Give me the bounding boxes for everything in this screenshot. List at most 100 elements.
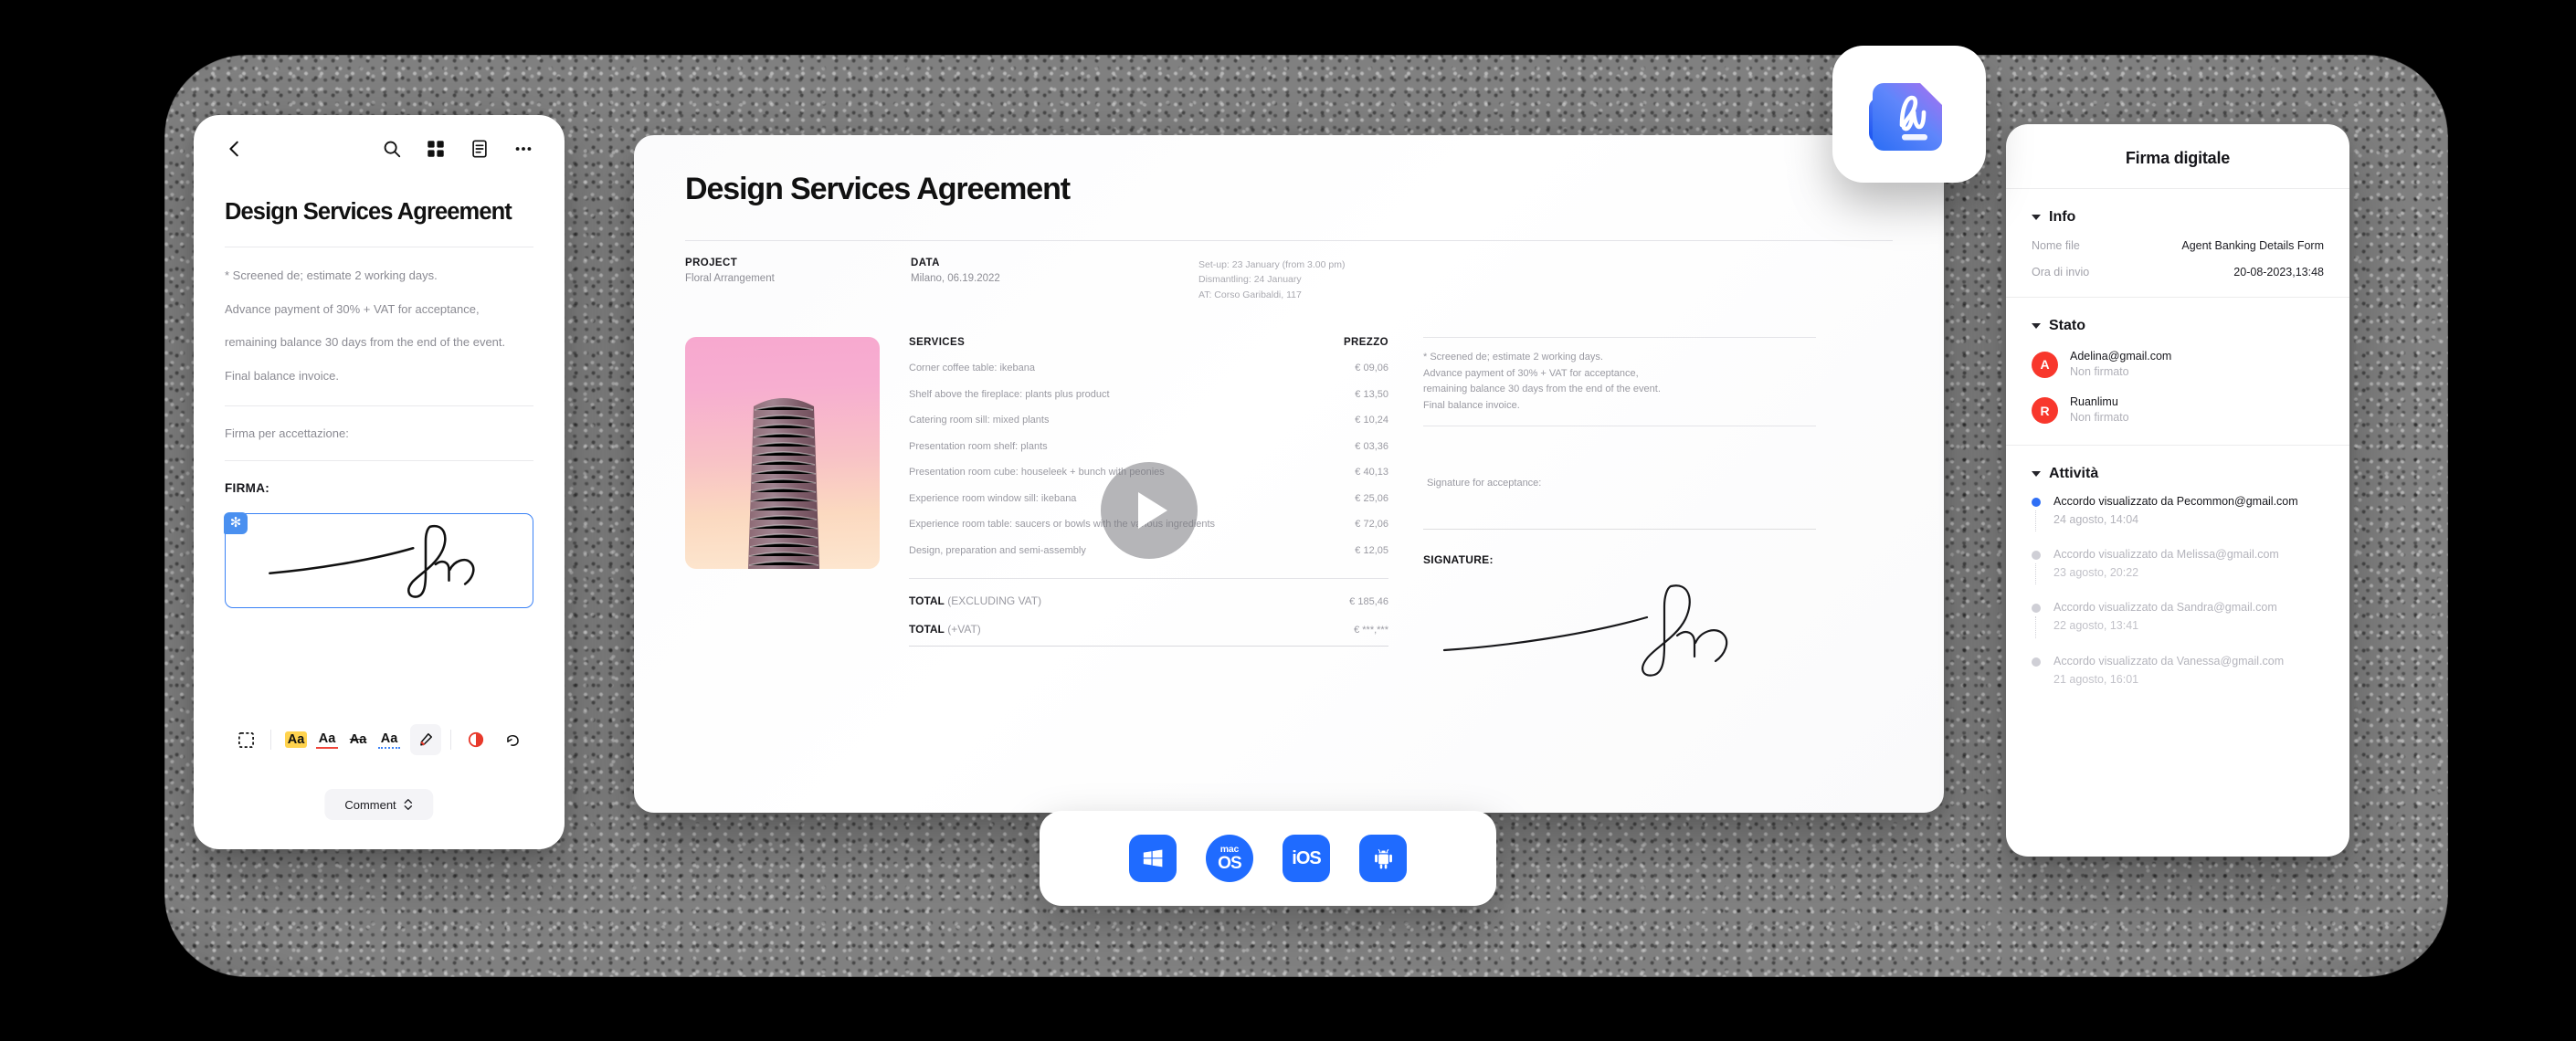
service-name: Catering room sill: mixed plants: [909, 415, 1050, 426]
more-icon[interactable]: [513, 139, 533, 159]
document-meta: PROJECT Floral Arrangement DATA Milano, …: [685, 258, 1893, 302]
grid-icon[interactable]: [426, 139, 446, 159]
table-row: Catering room sill: mixed plants € 10,24: [909, 415, 1388, 426]
body-line: Advance payment of 30% + VAT for accepta…: [225, 301, 480, 316]
chevron-left-icon[interactable]: [225, 139, 245, 159]
status-heading-label: Stato: [2049, 318, 2085, 333]
activity-time: 23 agosto, 20:22: [2053, 566, 2139, 580]
undo-tool[interactable]: [497, 726, 528, 753]
color-tool[interactable]: [460, 726, 491, 753]
timeline-dot: [2032, 604, 2041, 614]
note-line: * Screened de; estimate 2 working days.: [1423, 351, 1603, 363]
list-item: Accordo visualizzato da Vanessa@gmail.co…: [2032, 653, 2324, 706]
tower-illustration: [747, 397, 819, 569]
divider: [909, 645, 1388, 647]
ios-platform-button[interactable]: iOS: [1283, 835, 1330, 882]
service-price: € 09,06: [1355, 363, 1388, 374]
divider: [685, 240, 1893, 241]
activity-section-header[interactable]: Attività: [2032, 466, 2324, 482]
search-icon[interactable]: [382, 139, 402, 159]
timeline-dot: [2032, 551, 2041, 560]
signature-document-app-icon: [1869, 83, 1942, 151]
signature-section-label: FIRMA:: [225, 481, 270, 496]
handwritten-signature: [269, 525, 475, 599]
activity-time: 22 agosto, 13:41: [2053, 619, 2139, 633]
comment-button[interactable]: Comment: [324, 789, 434, 820]
service-name: Experience room window sill: ikebana: [909, 492, 1077, 504]
android-platform-button[interactable]: [1359, 835, 1407, 882]
total-qualifier: (EXCLUDING VAT): [944, 594, 1042, 607]
squiggly-underline-tool[interactable]: Aa: [374, 726, 405, 753]
status-section-header[interactable]: Stato: [2032, 318, 2324, 334]
timeline-stem: [2035, 510, 2036, 531]
table-row: Presentation room shelf: plants € 03,36: [909, 441, 1388, 452]
signature-field[interactable]: ✻: [224, 512, 533, 609]
underline-tool[interactable]: Aa: [311, 726, 343, 753]
play-icon[interactable]: [1100, 461, 1198, 559]
mobile-document-title: Design Services Agreement: [225, 199, 512, 225]
windows-icon: [1143, 849, 1163, 868]
activity-section: Attività Accordo visualizzato da Pecommo…: [2006, 446, 2349, 724]
app-icon-badge: [1832, 46, 1986, 183]
services-table: SERVICES PREZZO Corner coffee table: ike…: [909, 337, 1388, 684]
chevron-down-icon: [2032, 470, 2041, 477]
logistics-line: Set-up: 23 January (from 3.00 pm): [1198, 259, 1346, 270]
document-notes: * Screened de; estimate 2 working days. …: [1423, 338, 1816, 426]
macos-platform-button[interactable]: mac OS: [1206, 835, 1253, 882]
digital-signature-side-panel: Firma digitale Info Nome file Agent Bank…: [2006, 124, 2349, 857]
divider: [225, 460, 533, 462]
total-label: TOTAL: [909, 594, 945, 607]
status-badge: Non firmato: [2070, 364, 2129, 378]
services-table-header: SERVICES PREZZO: [909, 337, 1388, 348]
annotation-toolbar: Aa Aa Aa Aa: [194, 714, 565, 765]
logistics-line: Dismantling: 24 January: [1198, 274, 1302, 286]
meta-project-label: PROJECT: [685, 258, 738, 268]
avatar: A: [2032, 351, 2058, 378]
meta-project-value: Floral Arrangement: [685, 273, 775, 284]
status-section: Stato A Adelina@gmail.com Non firmato R …: [2006, 298, 2349, 445]
timeline-dot: [2032, 497, 2041, 507]
info-section: Info Nome file Agent Banking Details For…: [2006, 189, 2349, 297]
signature-for-acceptance-label: Signature for acceptance:: [1427, 478, 1542, 489]
activity-text: Accordo visualizzato da Melissa@gmail.co…: [2053, 548, 2279, 561]
chevron-down-icon: [2032, 215, 2041, 220]
info-heading-label: Info: [2049, 209, 2076, 225]
activity-timeline: Accordo visualizzato da Pecommon@gmail.c…: [2032, 493, 2324, 706]
table-row: Shelf above the fireplace: plants plus p…: [909, 389, 1388, 400]
ios-label: iOS: [1292, 848, 1321, 868]
macos-label-small: mac: [1219, 843, 1240, 855]
meta-data-value: Milano, 06.19.2022: [911, 273, 1000, 284]
meta-data: DATA Milano, 06.19.2022: [911, 258, 1198, 302]
mobile-document-panel: Design Services Agreement * Screened de;…: [194, 115, 565, 849]
note-line: remaining balance 30 days from the end o…: [1423, 384, 1661, 395]
strikethrough-tool[interactable]: Aa: [343, 726, 374, 753]
signature-label: SIGNATURE:: [1423, 553, 1494, 567]
list-item[interactable]: A Adelina@gmail.com Non firmato: [2032, 349, 2324, 380]
windows-platform-button[interactable]: [1129, 835, 1177, 882]
stepper-chevrons-icon: [404, 799, 413, 810]
highlight-tool[interactable]: Aa: [280, 726, 311, 753]
body-line: Final balance invoice.: [225, 368, 340, 383]
activity-text: Accordo visualizzato da Sandra@gmail.com: [2053, 601, 2277, 615]
info-value: 20-08-2023,13:48: [2233, 266, 2324, 279]
list-item: Accordo visualizzato da Melissa@gmail.co…: [2032, 546, 2324, 599]
document-icon[interactable]: [470, 139, 490, 159]
acceptance-label: Firma per accettazione:: [225, 426, 349, 441]
signature-line: [1423, 529, 1816, 531]
marker-tool[interactable]: [410, 724, 441, 755]
divider: [225, 405, 533, 407]
side-panel-title: Firma digitale: [2125, 149, 2231, 167]
timeline-dot: [2032, 657, 2041, 667]
total-row-including-vat: TOTAL (+VAT) € ***,***: [909, 623, 1388, 636]
list-item[interactable]: R Ruanlimu Non firmato: [2032, 394, 2324, 426]
service-price: € 25,06: [1355, 492, 1388, 504]
timeline-stem: [2035, 616, 2036, 638]
total-row-excluding-vat: TOTAL (EXCLUDING VAT) € 185,46: [909, 594, 1388, 607]
activity-time: 24 agosto, 14:04: [2053, 512, 2139, 526]
chevron-down-icon: [2032, 323, 2041, 329]
body-line: remaining balance 30 days from the end o…: [225, 335, 506, 350]
service-price: € 12,05: [1355, 544, 1388, 556]
info-section-header[interactable]: Info: [2032, 209, 2324, 226]
mobile-body-text: * Screened de; estimate 2 working days. …: [225, 268, 533, 384]
select-area-tool[interactable]: [230, 726, 261, 753]
